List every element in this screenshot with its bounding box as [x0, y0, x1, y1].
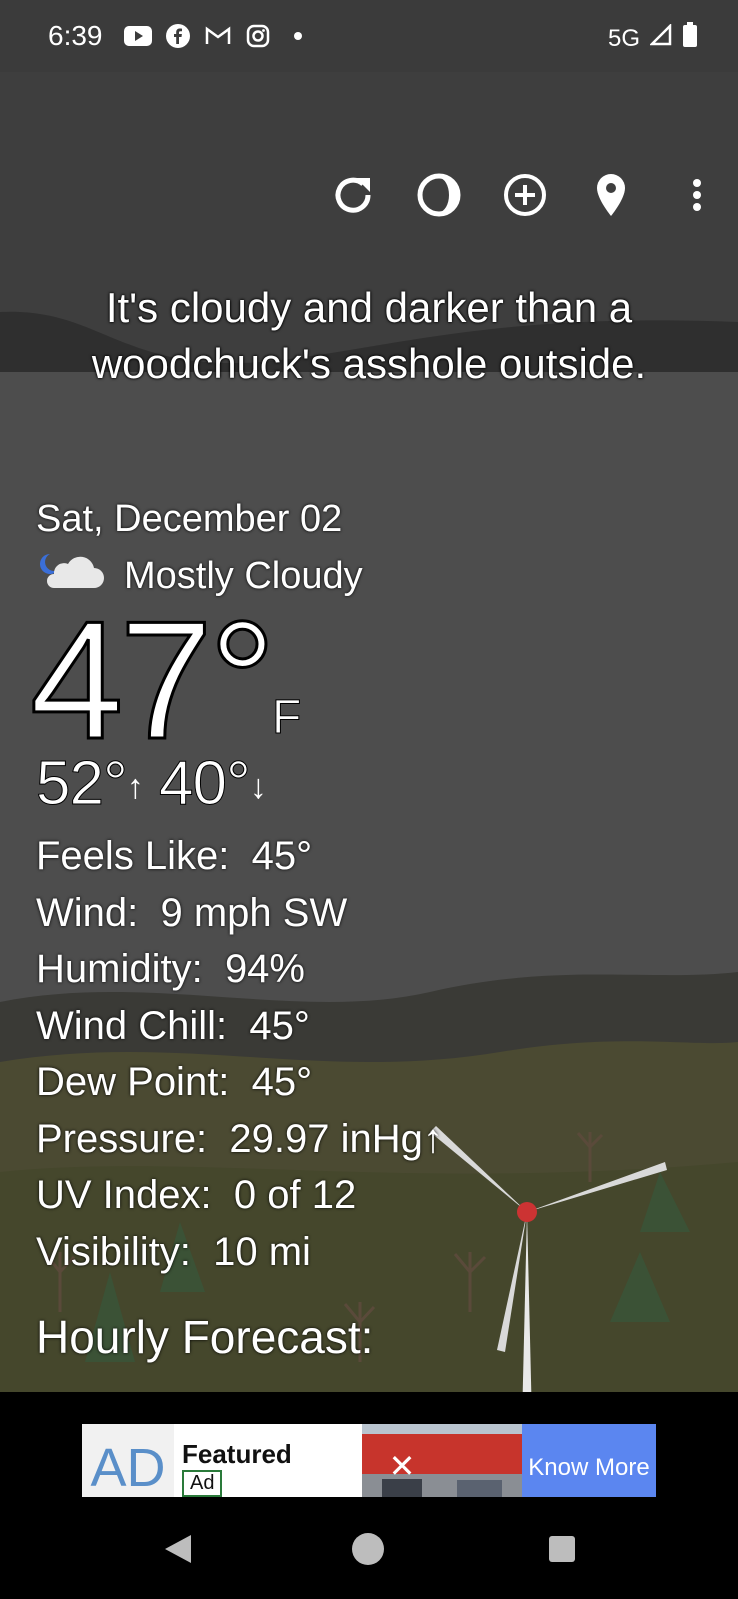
detail-visibility: Visibility: 10 mi: [36, 1229, 311, 1274]
detail-uv-index: UV Index: 0 of 12: [36, 1173, 357, 1217]
back-icon[interactable]: [158, 1529, 198, 1569]
more-vert-icon[interactable]: [674, 172, 720, 218]
detail-dew-point: Dew Point: 45°: [36, 1060, 313, 1104]
weather-headline: It's cloudy and darker than a woodchuck'…: [30, 280, 708, 392]
add-location-icon[interactable]: [502, 172, 548, 218]
weather-details: Feels Like: 45° Wind: 9 mph SW Humidity:…: [36, 828, 443, 1280]
ad-badge: Ad: [182, 1470, 223, 1497]
app-toolbar: [330, 172, 720, 218]
theme-icon[interactable]: [416, 172, 462, 218]
gmail-icon: [204, 22, 232, 50]
signal-icon: [648, 22, 672, 53]
temperature-unit: F: [271, 691, 302, 745]
dot-icon: [284, 22, 312, 50]
arrow-down-icon: ↓: [249, 768, 267, 807]
instagram-icon: [244, 22, 272, 50]
headline-line-1: It's cloudy and darker than a: [105, 284, 633, 331]
detail-humidity: Humidity: 94%: [36, 947, 305, 991]
low-temperature: 40°: [159, 749, 252, 819]
network-type: 5G: [607, 24, 640, 52]
high-temperature: 52°: [36, 749, 129, 819]
facebook-icon: [164, 22, 192, 50]
close-icon[interactable]: ✕: [384, 1448, 420, 1484]
youtube-icon: [124, 22, 152, 50]
status-time: 6:39: [48, 20, 103, 51]
current-temperature: 47°: [28, 586, 277, 774]
recents-icon[interactable]: [542, 1529, 582, 1569]
navigation-bar: [0, 1497, 738, 1599]
headline-line-2: woodchuck's asshole outside.: [91, 340, 647, 387]
ad-title: Featured: [182, 1439, 292, 1469]
forecast-date: Sat, December 02: [36, 498, 343, 540]
detail-feels-like: Feels Like: 45°: [36, 834, 313, 878]
arrow-up-icon: ↑: [126, 768, 144, 807]
battery-icon: [682, 22, 698, 55]
status-bar: 6:39 5G: [0, 0, 738, 72]
detail-pressure: Pressure: 29.97 inHg↑: [36, 1116, 443, 1161]
high-low-temperature: 52°↑ 40°↓: [36, 748, 267, 819]
refresh-icon[interactable]: [330, 172, 376, 218]
system-status: 5G: [608, 22, 698, 55]
hourly-forecast-title: Hourly Forecast:: [36, 1311, 374, 1363]
detail-wind: Wind: 9 mph SW: [36, 890, 348, 935]
location-pin-icon[interactable]: [588, 172, 634, 218]
home-icon[interactable]: [348, 1529, 388, 1569]
detail-wind-chill: Wind Chill: 45°: [36, 1003, 310, 1048]
notification-icons: [124, 22, 312, 50]
